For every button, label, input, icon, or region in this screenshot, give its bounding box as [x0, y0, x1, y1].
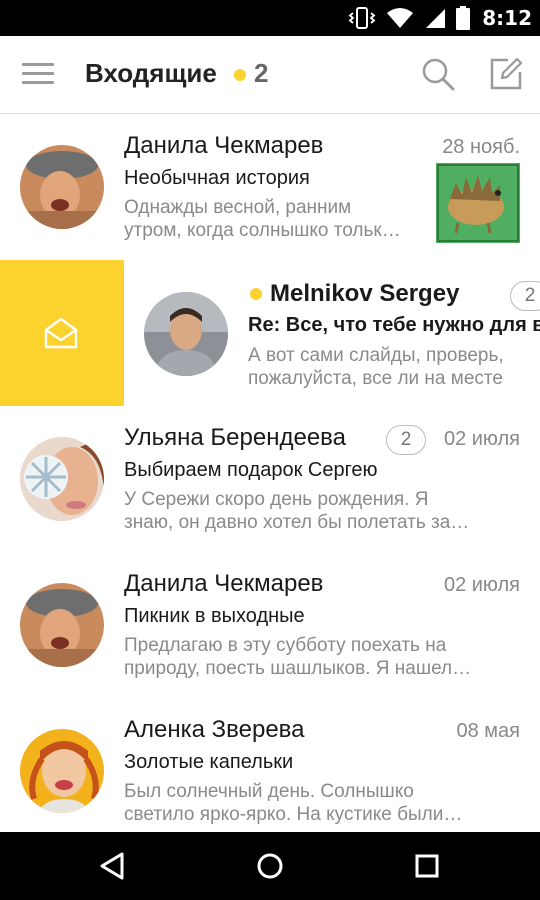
vibrate-icon: [348, 7, 376, 29]
message-item[interactable]: Данила Чекмарев 02 июля Пикник в выходны…: [0, 553, 540, 699]
menu-icon[interactable]: [18, 58, 58, 90]
sender-name: Melnikov Sergey: [270, 280, 460, 307]
message-subject: Выбираем подарок Сергею: [124, 459, 378, 481]
message-snippet: У Сережи скоро день рождения. Я знаю, он…: [124, 489, 470, 533]
message-subject: Re: Все, что тебе нужно для в: [248, 314, 540, 336]
message-subject: Необычная история: [124, 167, 310, 189]
avatar: [20, 583, 104, 667]
avatar: [20, 729, 104, 813]
attachment-thumbnail[interactable]: [436, 163, 520, 243]
message-date: 02 июля: [443, 574, 520, 596]
compose-icon[interactable]: [488, 56, 524, 92]
envelope-open-icon: [44, 317, 78, 349]
back-icon[interactable]: [92, 846, 132, 886]
home-icon[interactable]: [250, 846, 290, 886]
page-title: Входящие: [85, 58, 217, 88]
toolbar: Входящие 2: [0, 36, 540, 114]
message-date: 02 июля: [443, 428, 520, 450]
status-bar: 8:12: [0, 0, 540, 36]
thread-count-badge: 2: [510, 281, 540, 311]
sender-name: Аленка Зверева: [124, 716, 305, 743]
message-snippet: Однажды весной, ранним утром, когда солн…: [124, 197, 401, 241]
unread-dot-icon: [234, 69, 246, 81]
thread-count-badge: 2: [386, 425, 426, 455]
message-item-swiped[interactable]: Melnikov Sergey 2 Re: Все, что тебе нужн…: [124, 260, 540, 406]
status-time: 8:12: [482, 6, 532, 30]
avatar: [20, 145, 104, 229]
navigation-bar: [0, 832, 540, 900]
sender-name: Ульяна Берендеева: [124, 424, 346, 451]
sender-name: Данила Чекмарев: [124, 570, 324, 597]
unread-dot-icon: [250, 288, 262, 300]
message-item[interactable]: Данила Чекмарев 28 нояб. Необычная истор…: [0, 115, 540, 261]
archive-swipe-action[interactable]: [0, 260, 124, 406]
recents-icon[interactable]: [407, 846, 447, 886]
signal-icon: [426, 9, 446, 28]
message-date: 28 нояб.: [442, 136, 520, 158]
avatar: [20, 437, 104, 521]
wifi-icon: [387, 8, 414, 28]
message-item[interactable]: Ульяна Берендеева 2 02 июля Выбираем под…: [0, 407, 540, 553]
message-snippet: Предлагаю в эту субботу поехать на приро…: [124, 635, 472, 679]
search-icon[interactable]: [420, 56, 456, 92]
message-item[interactable]: Аленка Зверева 08 мая Золотые капельки Б…: [0, 699, 540, 832]
avatar: [144, 292, 228, 376]
message-date: 08 мая: [456, 720, 520, 742]
battery-icon: [456, 6, 471, 30]
message-subject: Пикник в выходные: [124, 605, 305, 627]
message-snippet: Был солнечный день. Солнышко светило ярк…: [124, 781, 463, 825]
message-snippet: А вот сами слайды, проверь, пожалуйста, …: [248, 345, 504, 389]
unread-count: 2: [254, 58, 269, 88]
sender-name: Данила Чекмарев: [124, 132, 324, 159]
message-list[interactable]: Данила Чекмарев 28 нояб. Необычная истор…: [0, 115, 540, 832]
message-subject: Золотые капельки: [124, 751, 294, 773]
